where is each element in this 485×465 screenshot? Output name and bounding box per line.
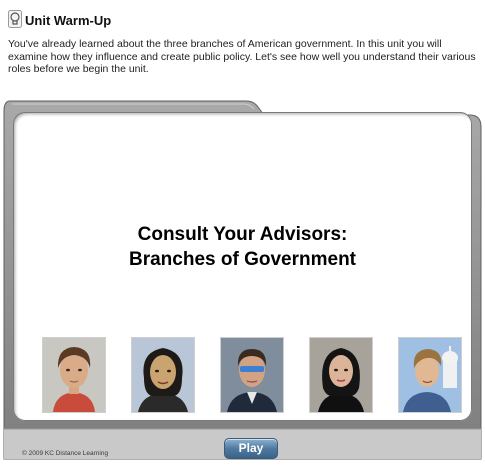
advisor-portrait <box>220 337 284 413</box>
slide-headline: Consult Your Advisors: Branches of Gover… <box>13 222 472 272</box>
player-screen: Consult Your Advisors: Branches of Gover… <box>13 112 472 421</box>
advisor-portrait <box>42 337 106 413</box>
advisor-portrait <box>309 337 373 413</box>
intro-paragraph: You've already learned about the three b… <box>8 38 476 75</box>
advisor-portrait <box>131 337 195 413</box>
page-title: Unit Warm-Up <box>25 13 112 28</box>
headline-line-1: Consult Your Advisors: <box>137 224 348 245</box>
advisor-portrait <box>398 337 462 413</box>
headline-line-2: Branches of Government <box>129 249 356 270</box>
media-player: Consult Your Advisors: Branches of Gover… <box>2 97 483 463</box>
copyright-text: © 2009 KC Distance Learning <box>22 450 109 457</box>
unit-header: Unit Warm-Up <box>8 6 111 28</box>
play-button[interactable]: Play <box>224 438 278 459</box>
lightbulb-icon <box>8 10 22 28</box>
